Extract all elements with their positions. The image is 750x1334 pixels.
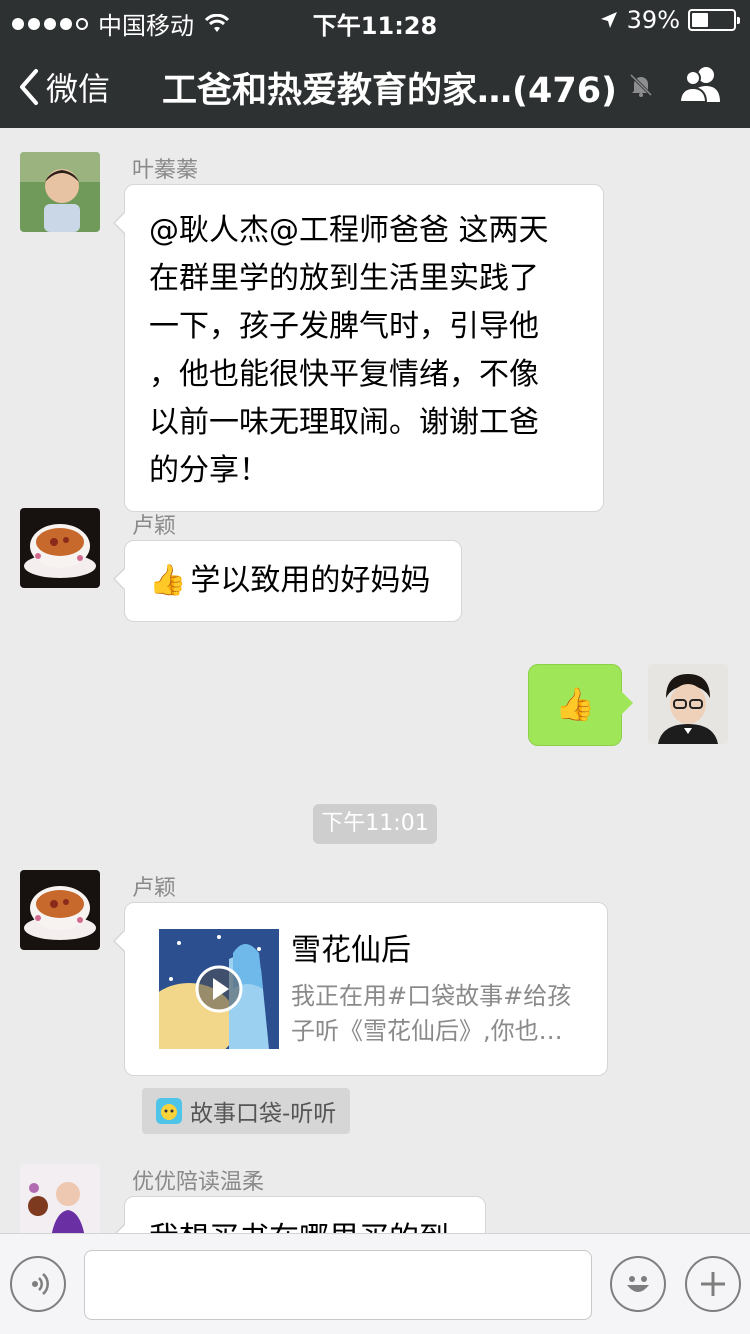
thumbs-up-icon: 👍	[555, 685, 595, 724]
story-app-icon	[156, 1098, 182, 1124]
self-message-bubble[interactable]: 👍	[528, 664, 633, 746]
message-line: ，他也能很快平复情绪，不像	[149, 357, 539, 392]
battery-icon	[688, 9, 740, 31]
location-icon	[600, 12, 617, 28]
status-bar: 中国移动 下午11:28 39%	[0, 0, 750, 40]
voice-icon	[32, 1273, 49, 1295]
link-card[interactable]: 雪花仙后 我正在用#口袋故事#给孩 子听《雪花仙后》,你也…	[113, 902, 608, 1076]
sender-name: 叶蓁蓁	[132, 158, 199, 183]
message-input[interactable]	[84, 1250, 592, 1320]
card-description: 我正在用#口袋故事#给孩 子听《雪花仙后》,你也…	[291, 979, 571, 1049]
battery-percent: 39%	[626, 6, 680, 34]
message-bubble[interactable]: @耿人杰@工程师爸爸 这两天 在群里学的放到生活里实践了 一下，孩子发脾气时，引…	[113, 184, 604, 512]
message-bubble[interactable]: 我想买书在哪里买的到	[113, 1196, 486, 1233]
voice-button[interactable]	[10, 1256, 66, 1312]
group-members-icon[interactable]	[678, 64, 724, 104]
emoji-icon	[627, 1276, 649, 1292]
chevron-left-icon	[20, 69, 38, 105]
message-line: 一下，孩子发脾气时，引导他	[149, 309, 539, 344]
back-button[interactable]: 微信	[18, 64, 110, 110]
card-source-label: 故事口袋-听听	[190, 1101, 337, 1127]
card-source[interactable]: 故事口袋-听听	[142, 1088, 351, 1134]
message-line: 的分享！	[149, 453, 269, 488]
input-bar	[0, 1233, 750, 1334]
emoji-button[interactable]	[610, 1256, 666, 1312]
card-desc-line: 我正在用#口袋故事#给孩	[291, 982, 572, 1010]
top-bar: 中国移动 下午11:28 39% 微信 工爸和热爱教育的家…(476)	[0, 0, 750, 128]
thumbs-up-icon: 👍	[149, 563, 187, 598]
status-right: 39%	[599, 6, 740, 34]
card-thumbnail	[159, 929, 279, 1049]
message-line: @耿人杰@工程师爸爸 这两天	[149, 213, 549, 248]
nav-bar: 微信 工爸和热爱教育的家…(476)	[0, 40, 750, 128]
chat-area[interactable]: 叶蓁蓁 @耿人杰@工程师爸爸 这两天 在群里学的放到生活里实践了 一下，孩子发脾…	[0, 128, 750, 1233]
mute-icon	[629, 73, 653, 97]
message-text: 我想买书在哪里买的到	[149, 1221, 449, 1233]
message-line: 在群里学的放到生活里实践了	[149, 261, 539, 296]
sender-name: 卢颖	[132, 876, 177, 901]
sender-name: 卢颖	[132, 514, 177, 539]
card-desc-line: 子听《雪花仙后》,你也…	[291, 1016, 563, 1045]
back-label: 微信	[46, 70, 111, 108]
avatar[interactable]	[20, 152, 100, 232]
message-text: 学以致用的好妈妈	[190, 563, 431, 598]
avatar[interactable]	[20, 508, 100, 588]
card-title: 雪花仙后	[291, 933, 411, 968]
self-avatar[interactable]	[648, 664, 728, 744]
time-separator: 下午11:01	[313, 804, 437, 844]
message-line: 以前一味无理取闹。谢谢工爸	[149, 405, 539, 440]
plus-icon	[701, 1272, 725, 1296]
more-button[interactable]	[685, 1256, 741, 1312]
avatar[interactable]	[20, 1164, 100, 1233]
message-bubble[interactable]: 👍 学以致用的好妈妈	[113, 540, 462, 622]
avatar[interactable]	[20, 870, 100, 950]
sender-name: 优优陪读温柔	[132, 1170, 265, 1195]
chat-title: 工爸和热爱教育的家…(476)	[162, 71, 618, 111]
